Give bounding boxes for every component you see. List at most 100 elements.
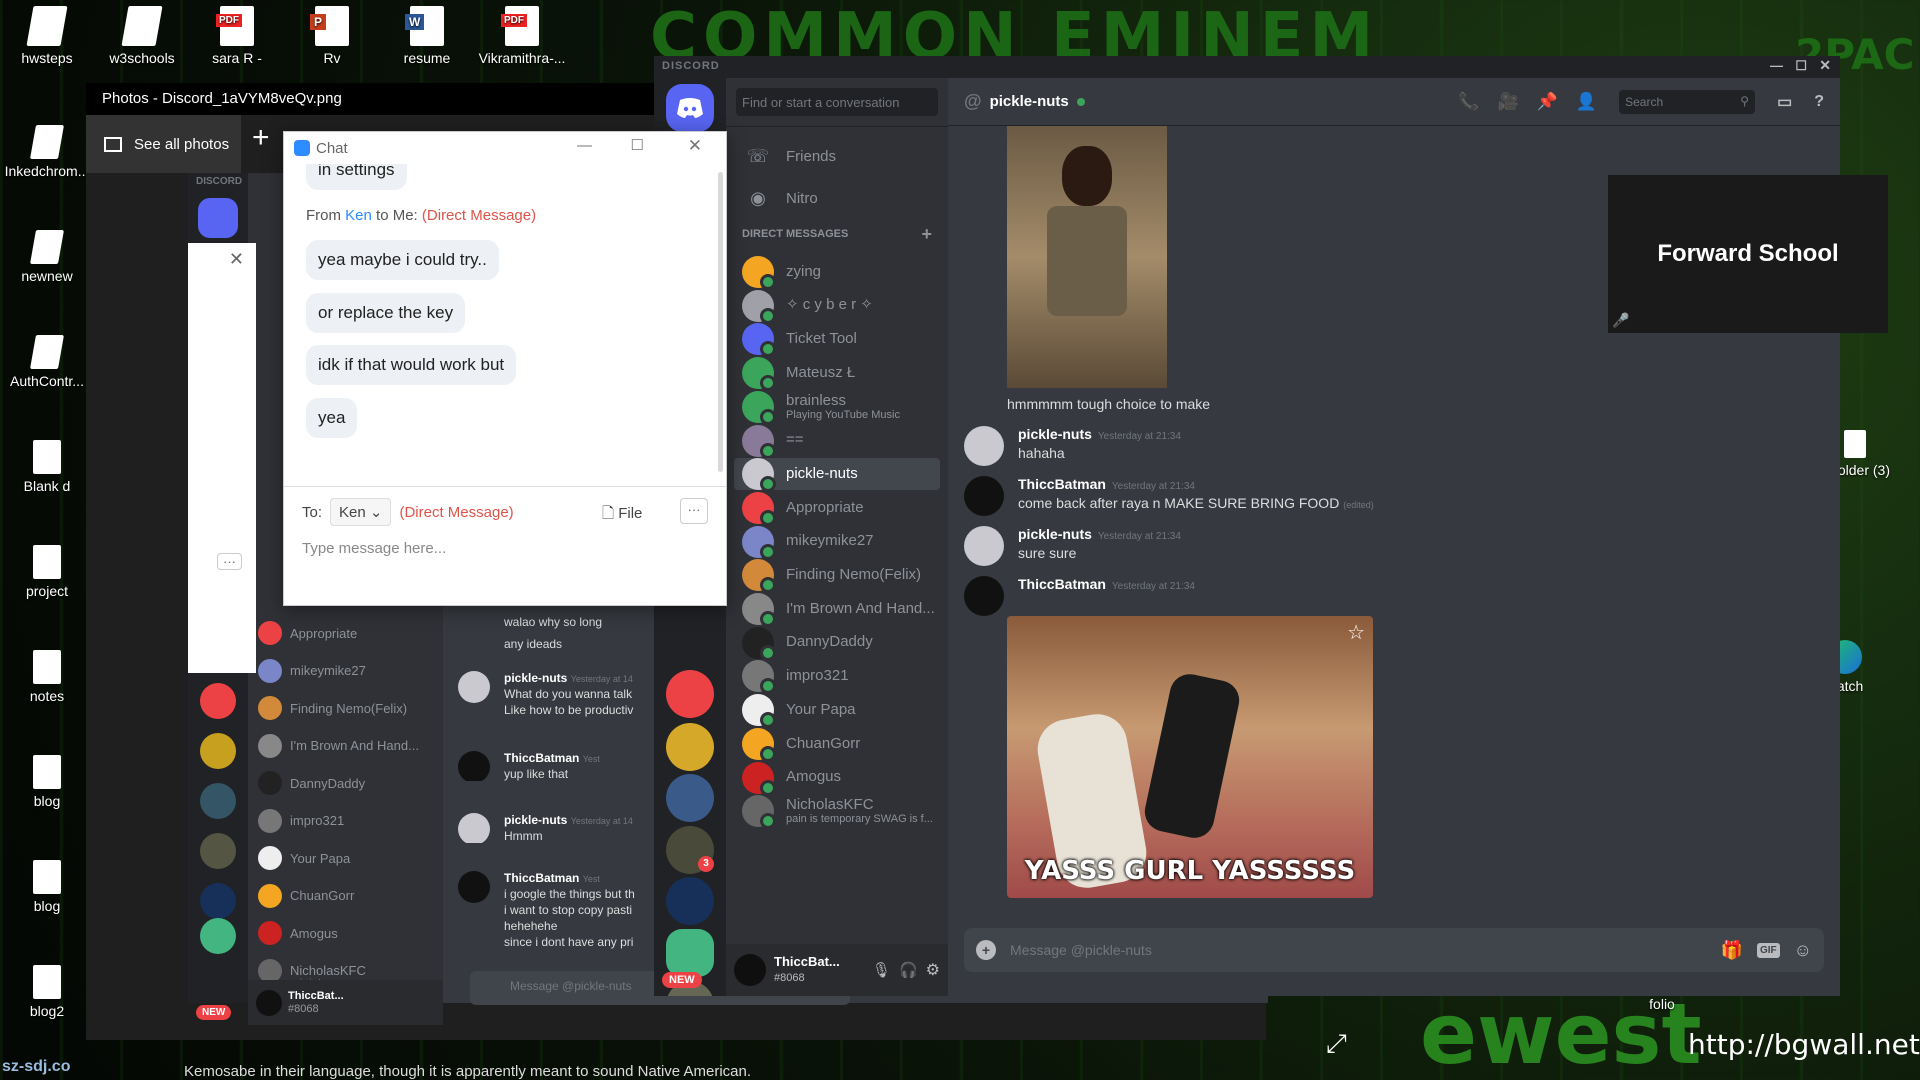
pin-icon[interactable]: 📌 [1537, 92, 1558, 112]
message-author[interactable]: ThiccBatman [1018, 576, 1106, 592]
desktop-icon[interactable]: AuthContr... [2, 335, 92, 389]
video-thumbnail[interactable] [1007, 126, 1167, 388]
desktop-icon-folio[interactable]: folio [1617, 996, 1707, 1012]
desktop-icon[interactable]: blog [2, 860, 92, 914]
desktop-icon-label: Inkedchrom... [4, 163, 90, 179]
dm-item[interactable]: brainless Playing YouTube Music [734, 390, 940, 425]
maximize-button[interactable]: ☐ [1795, 58, 1808, 74]
desktop-icon[interactable]: Vikramithra-... [477, 6, 567, 66]
close-button[interactable]: ✕ [1819, 57, 1832, 74]
dm-item[interactable]: I'm Brown And Hand... [734, 593, 940, 627]
photo-dm-name: ChuanGorr [290, 888, 355, 903]
desktop-icon[interactable]: Inkedchrom... [2, 125, 92, 179]
server-icon[interactable] [666, 877, 714, 925]
meeting-tile[interactable]: Forward School 🎤 [1608, 175, 1888, 333]
message-input[interactable]: Type message here... [302, 540, 446, 557]
more-options-button[interactable]: ··· [680, 498, 708, 524]
desktop-icon[interactable]: Rv [287, 6, 377, 66]
dm-item[interactable]: NicholasKFC pain is temporary SWAG is f..… [734, 795, 940, 830]
message-author[interactable]: ThiccBatman [1018, 476, 1106, 492]
inbox-icon[interactable]: ▭ [1777, 92, 1792, 112]
message-timestamp: Yesterday at 21:34 [1097, 531, 1181, 542]
attach-plus-icon[interactable]: + [976, 940, 996, 960]
add-friend-icon[interactable]: 👤 [1576, 92, 1597, 112]
dm-item[interactable]: Your Papa [734, 694, 940, 729]
help-icon[interactable]: ? [1814, 93, 1824, 111]
desktop-icon[interactable]: project [2, 545, 92, 599]
see-all-photos-button[interactable]: See all photos [86, 115, 241, 173]
voice-call-icon[interactable]: 📞 [1458, 92, 1479, 112]
message-input[interactable]: Message @pickle-nuts [1010, 942, 1707, 958]
dm-item[interactable]: Appropriate [734, 491, 940, 526]
dm-name-block: Finding Nemo(Felix) [786, 566, 921, 584]
photo-dm-item: impro321 [258, 808, 344, 833]
create-dm-icon[interactable]: + [921, 224, 932, 245]
dm-item[interactable]: ChuanGorr [734, 727, 940, 762]
dm-item[interactable]: Mateusz Ł [734, 357, 940, 392]
desktop-icon[interactable]: blog [2, 755, 92, 809]
dm-name: Mateusz Ł [786, 363, 856, 381]
dm-name-block: brainless Playing YouTube Music [786, 392, 900, 422]
desktop-icon[interactable]: w3schools [97, 6, 187, 66]
dm-item[interactable]: Amogus [734, 761, 940, 796]
close-button[interactable]: ✕ [688, 136, 702, 156]
dm-name-block: Ticket Tool [786, 330, 857, 348]
settings-gear-icon[interactable]: ⚙ [926, 960, 940, 980]
dm-name: zying [786, 262, 822, 280]
dm-item[interactable]: == [734, 424, 940, 459]
server-icon[interactable] [666, 774, 714, 822]
message-author[interactable]: pickle-nuts [1018, 526, 1092, 542]
find-conversation-input[interactable]: Find or start a conversation [736, 88, 938, 116]
gif-attachment[interactable]: YASSS GURL YASSSSSS ☆ [1007, 616, 1373, 898]
header-search-input[interactable]: Search ⚲ [1619, 89, 1756, 114]
document-icon [33, 440, 61, 474]
friends-link[interactable]: ☏ Friends [734, 136, 940, 176]
user-avatar[interactable] [734, 954, 766, 986]
dm-item[interactable]: DannyDaddy [734, 626, 940, 661]
favorite-star-icon[interactable]: ☆ [1347, 620, 1365, 645]
dm-item[interactable]: impro321 [734, 660, 940, 695]
gift-icon[interactable]: 🎁 [1721, 940, 1743, 961]
dm-item[interactable]: ✧ c y b e r ✧ [734, 289, 940, 324]
avatar[interactable] [964, 476, 1004, 516]
avatar[interactable] [964, 526, 1004, 566]
expand-icon[interactable]: ⤢ [1326, 1028, 1347, 1060]
gif-button[interactable]: GIF [1756, 942, 1780, 958]
avatar[interactable] [964, 426, 1004, 466]
add-button[interactable]: + [252, 121, 270, 155]
desktop-icon[interactable]: notes [2, 650, 92, 704]
message-composer[interactable]: + Message @pickle-nuts 🎁 GIF ☺ [964, 928, 1824, 972]
nitro-link[interactable]: ◉ Nitro [734, 178, 940, 218]
emoji-icon[interactable]: ☺ [1794, 940, 1812, 961]
desktop-icon[interactable]: blog2 [2, 965, 92, 1019]
scrollbar[interactable] [718, 172, 723, 472]
server-icon[interactable] [666, 723, 714, 771]
minimize-button[interactable]: — [577, 137, 592, 154]
video-call-icon[interactable]: 🎥 [1498, 92, 1519, 112]
message-author[interactable]: pickle-nuts [1018, 426, 1092, 442]
server-icon[interactable] [666, 929, 714, 977]
minimize-button[interactable]: — [1770, 58, 1784, 73]
desktop-icon[interactable]: Blank d [2, 440, 92, 494]
avatar[interactable] [964, 576, 1004, 616]
desktop-icon[interactable]: hwsteps [2, 6, 92, 66]
server-icon[interactable] [666, 670, 714, 718]
desktop-icon[interactable]: newnew [2, 230, 92, 284]
dm-item[interactable]: Finding Nemo(Felix) [734, 559, 940, 594]
wallpaper-text-eminem: COMMON EMINEM [650, 0, 1380, 60]
dm-item[interactable]: pickle-nuts [734, 458, 940, 493]
maximize-button[interactable]: ☐ [631, 136, 644, 154]
headphones-icon[interactable]: 🎧 [899, 961, 918, 979]
message-text: sure sure [1018, 545, 1077, 561]
nitro-icon: ◉ [750, 187, 766, 208]
online-status-icon [1076, 97, 1085, 106]
dm-item[interactable]: zying [734, 256, 940, 290]
file-button[interactable]: 🗋 File [602, 503, 642, 528]
desktop-icon[interactable]: sara R - [192, 6, 282, 66]
dm-item[interactable]: mikeymike27 [734, 525, 940, 560]
desktop-icon[interactable]: resume [382, 6, 472, 66]
microphone-icon[interactable]: 🎙 [872, 961, 891, 979]
recipient-select[interactable]: Ken ⌄ [330, 498, 392, 526]
dm-item[interactable]: Ticket Tool [734, 323, 940, 358]
home-button[interactable] [666, 84, 714, 132]
